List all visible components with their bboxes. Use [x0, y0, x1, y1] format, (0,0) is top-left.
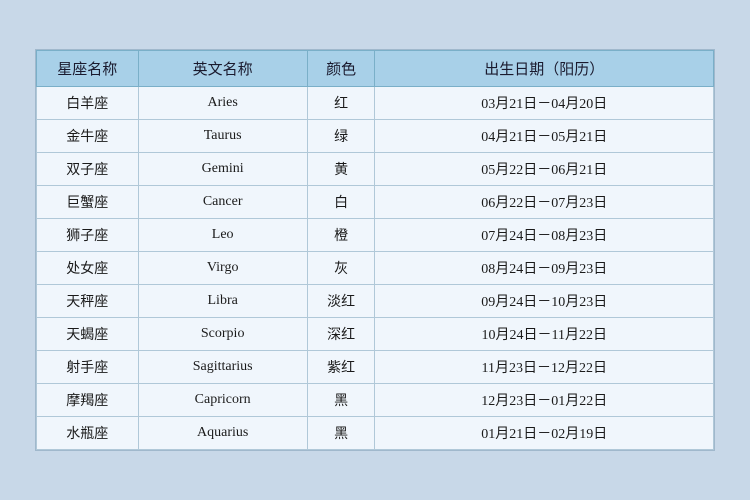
cell-date: 01月21日－02月19日 — [375, 417, 714, 450]
zodiac-table: 星座名称 英文名称 颜色 出生日期（阳历） 白羊座Aries红03月21日－04… — [36, 50, 714, 450]
cell-cn: 双子座 — [37, 153, 139, 186]
header-color: 颜色 — [307, 51, 375, 87]
cell-color: 黑 — [307, 384, 375, 417]
cell-cn: 狮子座 — [37, 219, 139, 252]
cell-cn: 金牛座 — [37, 120, 139, 153]
cell-date: 04月21日－05月21日 — [375, 120, 714, 153]
cell-cn: 射手座 — [37, 351, 139, 384]
table-header-row: 星座名称 英文名称 颜色 出生日期（阳历） — [37, 51, 714, 87]
cell-color: 绿 — [307, 120, 375, 153]
cell-cn: 处女座 — [37, 252, 139, 285]
cell-date: 06月22日－07月23日 — [375, 186, 714, 219]
cell-color: 黄 — [307, 153, 375, 186]
cell-color: 深红 — [307, 318, 375, 351]
cell-en: Cancer — [138, 186, 307, 219]
cell-cn: 巨蟹座 — [37, 186, 139, 219]
table-row: 双子座Gemini黄05月22日－06月21日 — [37, 153, 714, 186]
cell-color: 白 — [307, 186, 375, 219]
cell-en: Taurus — [138, 120, 307, 153]
header-date: 出生日期（阳历） — [375, 51, 714, 87]
header-cn: 星座名称 — [37, 51, 139, 87]
cell-color: 橙 — [307, 219, 375, 252]
table-row: 巨蟹座Cancer白06月22日－07月23日 — [37, 186, 714, 219]
cell-color: 红 — [307, 87, 375, 120]
table-row: 水瓶座Aquarius黑01月21日－02月19日 — [37, 417, 714, 450]
cell-cn: 天秤座 — [37, 285, 139, 318]
cell-date: 09月24日－10月23日 — [375, 285, 714, 318]
cell-color: 黑 — [307, 417, 375, 450]
zodiac-table-container: 星座名称 英文名称 颜色 出生日期（阳历） 白羊座Aries红03月21日－04… — [35, 49, 715, 451]
cell-en: Scorpio — [138, 318, 307, 351]
cell-en: Leo — [138, 219, 307, 252]
table-row: 天蝎座Scorpio深红10月24日－11月22日 — [37, 318, 714, 351]
table-row: 处女座Virgo灰08月24日－09月23日 — [37, 252, 714, 285]
header-en: 英文名称 — [138, 51, 307, 87]
cell-en: Gemini — [138, 153, 307, 186]
cell-cn: 天蝎座 — [37, 318, 139, 351]
cell-color: 灰 — [307, 252, 375, 285]
cell-date: 11月23日－12月22日 — [375, 351, 714, 384]
cell-en: Libra — [138, 285, 307, 318]
table-row: 金牛座Taurus绿04月21日－05月21日 — [37, 120, 714, 153]
cell-en: Virgo — [138, 252, 307, 285]
table-row: 狮子座Leo橙07月24日－08月23日 — [37, 219, 714, 252]
table-row: 白羊座Aries红03月21日－04月20日 — [37, 87, 714, 120]
cell-date: 08月24日－09月23日 — [375, 252, 714, 285]
cell-color: 淡红 — [307, 285, 375, 318]
cell-color: 紫红 — [307, 351, 375, 384]
table-row: 射手座Sagittarius紫红11月23日－12月22日 — [37, 351, 714, 384]
cell-date: 10月24日－11月22日 — [375, 318, 714, 351]
cell-date: 05月22日－06月21日 — [375, 153, 714, 186]
table-row: 天秤座Libra淡红09月24日－10月23日 — [37, 285, 714, 318]
cell-en: Aries — [138, 87, 307, 120]
cell-cn: 白羊座 — [37, 87, 139, 120]
cell-en: Capricorn — [138, 384, 307, 417]
cell-en: Sagittarius — [138, 351, 307, 384]
cell-cn: 水瓶座 — [37, 417, 139, 450]
cell-date: 12月23日－01月22日 — [375, 384, 714, 417]
table-row: 摩羯座Capricorn黑12月23日－01月22日 — [37, 384, 714, 417]
cell-cn: 摩羯座 — [37, 384, 139, 417]
cell-date: 03月21日－04月20日 — [375, 87, 714, 120]
cell-date: 07月24日－08月23日 — [375, 219, 714, 252]
cell-en: Aquarius — [138, 417, 307, 450]
